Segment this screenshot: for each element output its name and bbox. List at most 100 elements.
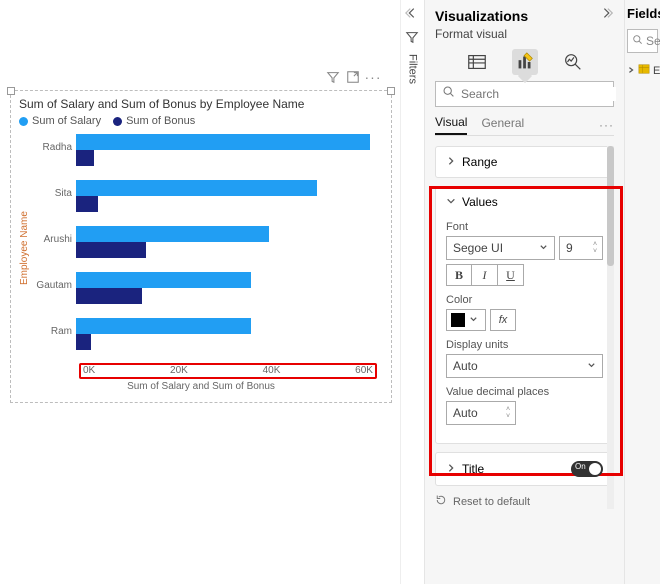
category-label: Gautam bbox=[30, 272, 76, 291]
reset-icon bbox=[435, 494, 447, 509]
format-search-input[interactable] bbox=[461, 87, 616, 101]
decimal-places-input[interactable]: Auto ˄˅ bbox=[446, 401, 516, 425]
card-values-label: Values bbox=[462, 195, 498, 209]
chevron-right-icon bbox=[446, 462, 456, 476]
x-axis-ticks: 0K20K40K60K bbox=[83, 365, 373, 376]
x-tick: 40K bbox=[263, 365, 281, 376]
bar-salary[interactable] bbox=[76, 226, 269, 242]
title-toggle[interactable]: On bbox=[571, 461, 603, 477]
category-label: Ram bbox=[30, 318, 76, 337]
card-title[interactable]: Title On bbox=[435, 452, 614, 486]
decimal-places-label: Value decimal places bbox=[446, 386, 603, 398]
color-swatch-icon bbox=[451, 313, 465, 327]
reset-to-default[interactable]: Reset to default bbox=[435, 494, 614, 509]
filters-rail-label: Filters bbox=[407, 54, 419, 84]
chart-visual-container[interactable]: ··· Sum of Salary and Sum of Bonus by Em… bbox=[10, 90, 392, 403]
bar-group bbox=[76, 134, 383, 166]
category-label: Arushi bbox=[30, 226, 76, 245]
card-range-label: Range bbox=[462, 155, 497, 169]
category-label: Radha bbox=[30, 134, 76, 153]
expand-icon[interactable] bbox=[600, 6, 614, 25]
legend-item: Sum of Salary bbox=[19, 115, 101, 127]
underline-button[interactable]: U bbox=[498, 264, 524, 286]
chart-row: Radha bbox=[30, 134, 383, 178]
fx-button[interactable]: fx bbox=[490, 309, 516, 331]
analytics-icon[interactable] bbox=[560, 49, 586, 75]
legend-item: Sum of Bonus bbox=[113, 115, 195, 127]
bar-salary[interactable] bbox=[76, 272, 251, 288]
tab-more-icon[interactable]: ··· bbox=[599, 118, 614, 132]
build-visual-icon[interactable] bbox=[464, 49, 490, 75]
filter-icon[interactable] bbox=[405, 30, 421, 46]
bar-salary[interactable] bbox=[76, 318, 251, 334]
color-label: Color bbox=[446, 294, 603, 306]
panel-scrollbar[interactable] bbox=[607, 146, 614, 509]
chevron-down-icon bbox=[539, 241, 548, 255]
panel-title: Visualizations bbox=[435, 8, 528, 24]
chart-row: Gautam bbox=[30, 272, 383, 316]
display-units-select[interactable]: Auto bbox=[446, 354, 603, 378]
bar-bonus[interactable] bbox=[76, 334, 91, 350]
table-icon bbox=[638, 63, 650, 78]
y-axis-title: Employee Name bbox=[19, 133, 30, 363]
category-label: Sita bbox=[30, 180, 76, 199]
bar-group bbox=[76, 226, 383, 258]
bold-button[interactable]: B bbox=[446, 264, 472, 286]
font-label: Font bbox=[446, 221, 603, 233]
filters-rail[interactable]: Filters bbox=[400, 0, 424, 584]
search-icon bbox=[632, 34, 643, 48]
x-tick: 0K bbox=[83, 365, 95, 376]
search-icon bbox=[442, 85, 455, 103]
more-options-icon[interactable]: ··· bbox=[365, 69, 381, 85]
visualizations-panel: Visualizations Format visual Visual Gene… bbox=[424, 0, 624, 584]
bar-bonus[interactable] bbox=[76, 242, 146, 258]
bar-salary[interactable] bbox=[76, 180, 317, 196]
card-range[interactable]: Range bbox=[435, 146, 614, 178]
format-search[interactable] bbox=[435, 81, 614, 107]
spinner-icon[interactable]: ˄˅ bbox=[590, 237, 600, 259]
chart-legend: Sum of Salary Sum of Bonus bbox=[19, 115, 383, 127]
x-tick: 60K bbox=[355, 365, 373, 376]
bar-group bbox=[76, 272, 383, 304]
chart-plot-area: Radha Sita Arushi Gautam Ram bbox=[30, 133, 383, 363]
bar-bonus[interactable] bbox=[76, 196, 98, 212]
chevron-down-icon bbox=[469, 313, 478, 327]
bar-bonus[interactable] bbox=[76, 150, 94, 166]
bar-group bbox=[76, 318, 383, 350]
format-visual-icon[interactable] bbox=[512, 49, 538, 75]
spinner-icon[interactable]: ˄˅ bbox=[503, 402, 513, 424]
bar-bonus[interactable] bbox=[76, 288, 142, 304]
bar-salary[interactable] bbox=[76, 134, 370, 150]
fields-panel-title: Fields bbox=[627, 6, 658, 21]
chart-row: Sita bbox=[30, 180, 383, 224]
italic-button[interactable]: I bbox=[472, 264, 498, 286]
card-values-header[interactable]: Values bbox=[436, 187, 613, 217]
chevron-right-icon bbox=[627, 65, 635, 77]
tab-general[interactable]: General bbox=[481, 116, 524, 134]
focus-mode-icon[interactable] bbox=[345, 69, 361, 85]
chevron-right-icon bbox=[446, 155, 456, 169]
display-units-label: Display units bbox=[446, 339, 603, 351]
bar-group bbox=[76, 180, 383, 212]
chevron-down-icon bbox=[446, 195, 456, 209]
panel-subtitle: Format visual bbox=[435, 27, 614, 41]
card-title-label: Title bbox=[462, 462, 484, 476]
fields-table-row[interactable]: E bbox=[627, 63, 658, 78]
filter-icon[interactable] bbox=[325, 69, 341, 85]
chart-row: Ram bbox=[30, 318, 383, 362]
format-tabs: Visual General ··· bbox=[435, 115, 614, 136]
font-size-input[interactable]: 9 ˄˅ bbox=[559, 236, 603, 260]
report-canvas[interactable]: ··· Sum of Salary and Sum of Bonus by Em… bbox=[0, 0, 400, 584]
card-values: Values Font Segoe UI 9 ˄˅ bbox=[435, 186, 614, 444]
color-picker[interactable] bbox=[446, 309, 486, 331]
font-family-select[interactable]: Segoe UI bbox=[446, 236, 555, 260]
chart-title: Sum of Salary and Sum of Bonus by Employ… bbox=[19, 97, 383, 111]
chart-row: Arushi bbox=[30, 226, 383, 270]
tab-visual[interactable]: Visual bbox=[435, 115, 467, 135]
fields-search[interactable]: Se bbox=[627, 29, 658, 53]
collapse-icon[interactable] bbox=[405, 6, 421, 22]
fields-panel: Fields Se E bbox=[624, 0, 660, 584]
chevron-down-icon bbox=[587, 359, 596, 373]
x-axis-title: Sum of Salary and Sum of Bonus bbox=[19, 381, 383, 392]
x-axis-highlight: 0K20K40K60K bbox=[79, 363, 377, 379]
